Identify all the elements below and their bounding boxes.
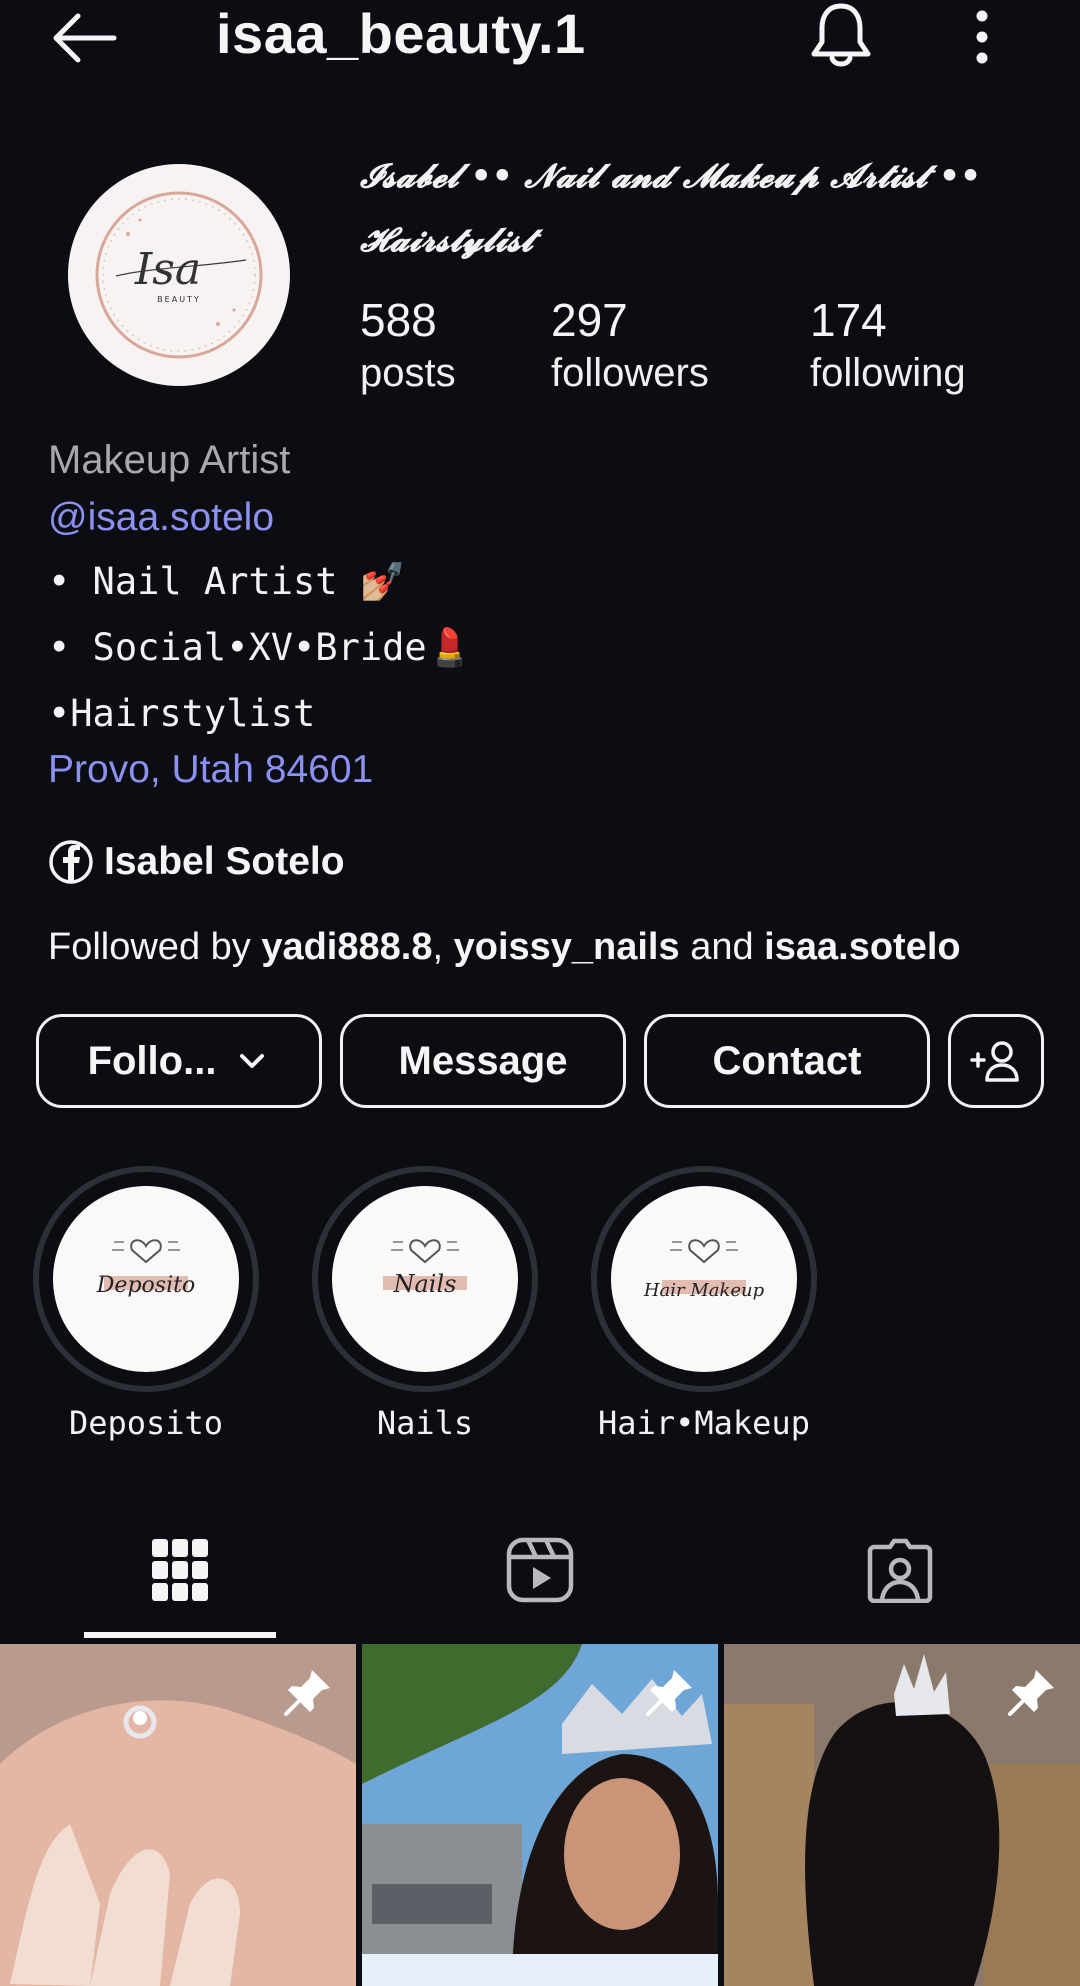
svg-text:BEAUTY: BEAUTY [157, 295, 201, 304]
active-tab-indicator [84, 1632, 276, 1638]
highlight-deposito[interactable]: Deposito [33, 1166, 259, 1392]
svg-text:Deposito: Deposito [96, 1273, 195, 1298]
isa-beauty-logo: Isa BEAUTY [95, 191, 263, 359]
profile-username: isaa_beauty.1 [216, 2, 586, 65]
facebook-link[interactable]: Isabel Sotelo [48, 836, 345, 888]
pin-icon [284, 1670, 330, 1716]
following-button-label: Follo... [87, 1038, 217, 1083]
highlight-label: Nails [376, 1404, 474, 1442]
highlight-label: Hair•Makeup [598, 1404, 810, 1442]
back-arrow-icon [53, 13, 117, 63]
profile-avatar[interactable]: Isa BEAUTY [68, 164, 290, 386]
tab-reels[interactable] [360, 1500, 720, 1640]
follower-name: yoissy_nails [453, 926, 680, 968]
back-button[interactable] [48, 6, 120, 70]
following-count-value: 174 [810, 294, 887, 346]
pin-icon [1008, 1670, 1054, 1716]
follower-name: isaa.sotelo [764, 926, 961, 968]
more-vertical-icon [976, 10, 988, 64]
post-thumbnail[interactable] [362, 1644, 718, 1986]
pin-icon [646, 1670, 692, 1716]
followed-by-separator: , [432, 926, 454, 968]
add-person-icon [970, 1041, 1019, 1082]
facebook-name: Isabel Sotelo [104, 840, 345, 883]
posts-count[interactable]: 588 posts [360, 292, 456, 398]
contact-button[interactable]: Contact [644, 1014, 930, 1108]
highlight-cover: Nails [332, 1186, 518, 1372]
follower-name: yadi888.8 [261, 926, 433, 968]
more-options-button[interactable] [964, 4, 1000, 70]
followers-count-label: followers [551, 351, 709, 395]
highlight-hair-makeup[interactable]: Hair Makeup [591, 1166, 817, 1392]
facebook-icon [49, 840, 93, 884]
followed-by-and: and [679, 926, 765, 968]
bio-line: •Hairstylist [48, 692, 316, 735]
highlight-cover-art: Nails [383, 1239, 467, 1298]
svg-text:Isa: Isa [134, 244, 201, 295]
post-thumbnail[interactable] [0, 1644, 356, 1986]
highlight-cover-art: Hair Makeup [643, 1239, 765, 1301]
message-button[interactable]: Message [340, 1014, 626, 1108]
profile-tabs [0, 1500, 1080, 1640]
profile-display-name: 𝓘𝓼𝓪𝓫𝓮𝓵 •• 𝓝𝓪𝓲𝓵 𝓪𝓷𝓭 𝓜𝓪𝓴𝓮𝓾𝓹 𝓐𝓻𝓽𝓲𝓼𝓽 •• 𝓗𝓪𝓲𝓻… [360, 156, 982, 259]
following-dropdown-button[interactable]: Follo... [36, 1014, 322, 1108]
posts-count-label: posts [360, 351, 456, 395]
bio-mention-link[interactable]: @isaa.sotelo [48, 496, 274, 540]
bell-icon [811, 3, 871, 67]
highlight-label: Deposito [68, 1404, 224, 1442]
highlight-cover-art: Deposito [96, 1239, 195, 1298]
top-bar: isaa_beauty.1 [0, 0, 1080, 80]
posts-grid [0, 1644, 1080, 1986]
chevron-down-icon [240, 1054, 265, 1068]
grid-icon [152, 1539, 208, 1601]
svg-text:Nails: Nails [393, 1270, 457, 1298]
highlight-cover: Deposito [53, 1186, 239, 1372]
post-thumbnail[interactable] [724, 1644, 1080, 1986]
bio-line: • Nail Artist 💅🏼 [48, 560, 406, 603]
notifications-button[interactable] [806, 0, 876, 72]
followed-by[interactable]: Followed by yadi888.8, yoissy_nails and … [48, 926, 961, 969]
posts-count-value: 588 [360, 294, 437, 346]
svg-text:Hair Makeup: Hair Makeup [643, 1280, 765, 1301]
tab-posts-grid[interactable] [0, 1500, 360, 1640]
bio-line: • Social•XV•Bride💄 [48, 626, 473, 669]
followed-by-prefix: Followed by [48, 926, 262, 968]
location-link[interactable]: Provo, Utah 84601 [48, 748, 373, 792]
followers-count-value: 297 [551, 294, 628, 346]
highlight-cover: Hair Makeup [611, 1186, 797, 1372]
message-button-label: Message [398, 1038, 568, 1083]
contact-button-label: Contact [712, 1038, 862, 1083]
tagged-icon [867, 1538, 933, 1603]
following-count-label: following [810, 351, 966, 395]
suggest-users-button[interactable] [948, 1014, 1044, 1108]
followers-count[interactable]: 297 followers [551, 292, 709, 398]
highlight-nails[interactable]: Nails [312, 1166, 538, 1392]
following-count[interactable]: 174 following [810, 292, 966, 398]
reels-icon [506, 1537, 574, 1603]
tab-tagged[interactable] [720, 1500, 1080, 1640]
bio-category: Makeup Artist [48, 438, 291, 482]
